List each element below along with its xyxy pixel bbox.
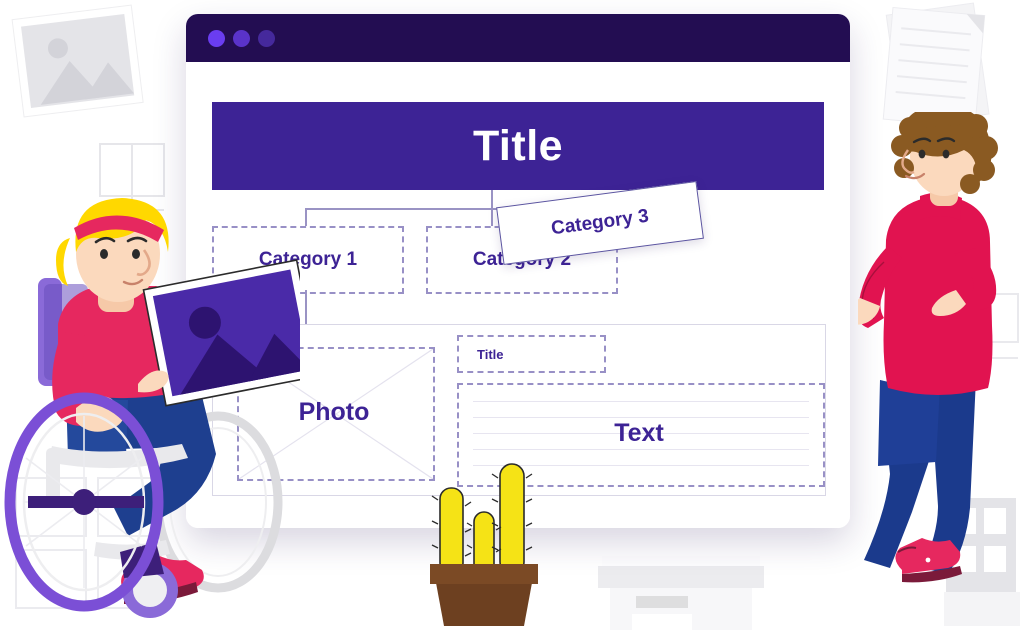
photo-label: Photo [298,397,370,426]
window-dot-1-icon[interactable] [208,30,225,47]
section-title-box[interactable]: Title [457,335,606,373]
image-placeholder-card-top-left [11,4,144,118]
connector-to-cat1 [305,208,307,226]
woman-in-wheelchair [4,198,300,618]
man-standing [858,112,998,583]
connector-cat1-down [305,290,307,324]
page-title-banner: Title [212,102,824,190]
window-dot-3-icon[interactable] [258,30,275,47]
illustration-canvas: Title Category 1 Category 2 Pho [0,0,1024,630]
window-dot-2-icon[interactable] [233,30,250,47]
cactus-plant [430,463,538,626]
section-title-label: Title [477,346,504,362]
browser-titlebar [186,14,850,62]
category-3-label: Category 3 [549,205,650,240]
storage-box-bottom [598,556,764,630]
text-label: Text [614,418,664,447]
page-title-text: Title [472,121,564,170]
